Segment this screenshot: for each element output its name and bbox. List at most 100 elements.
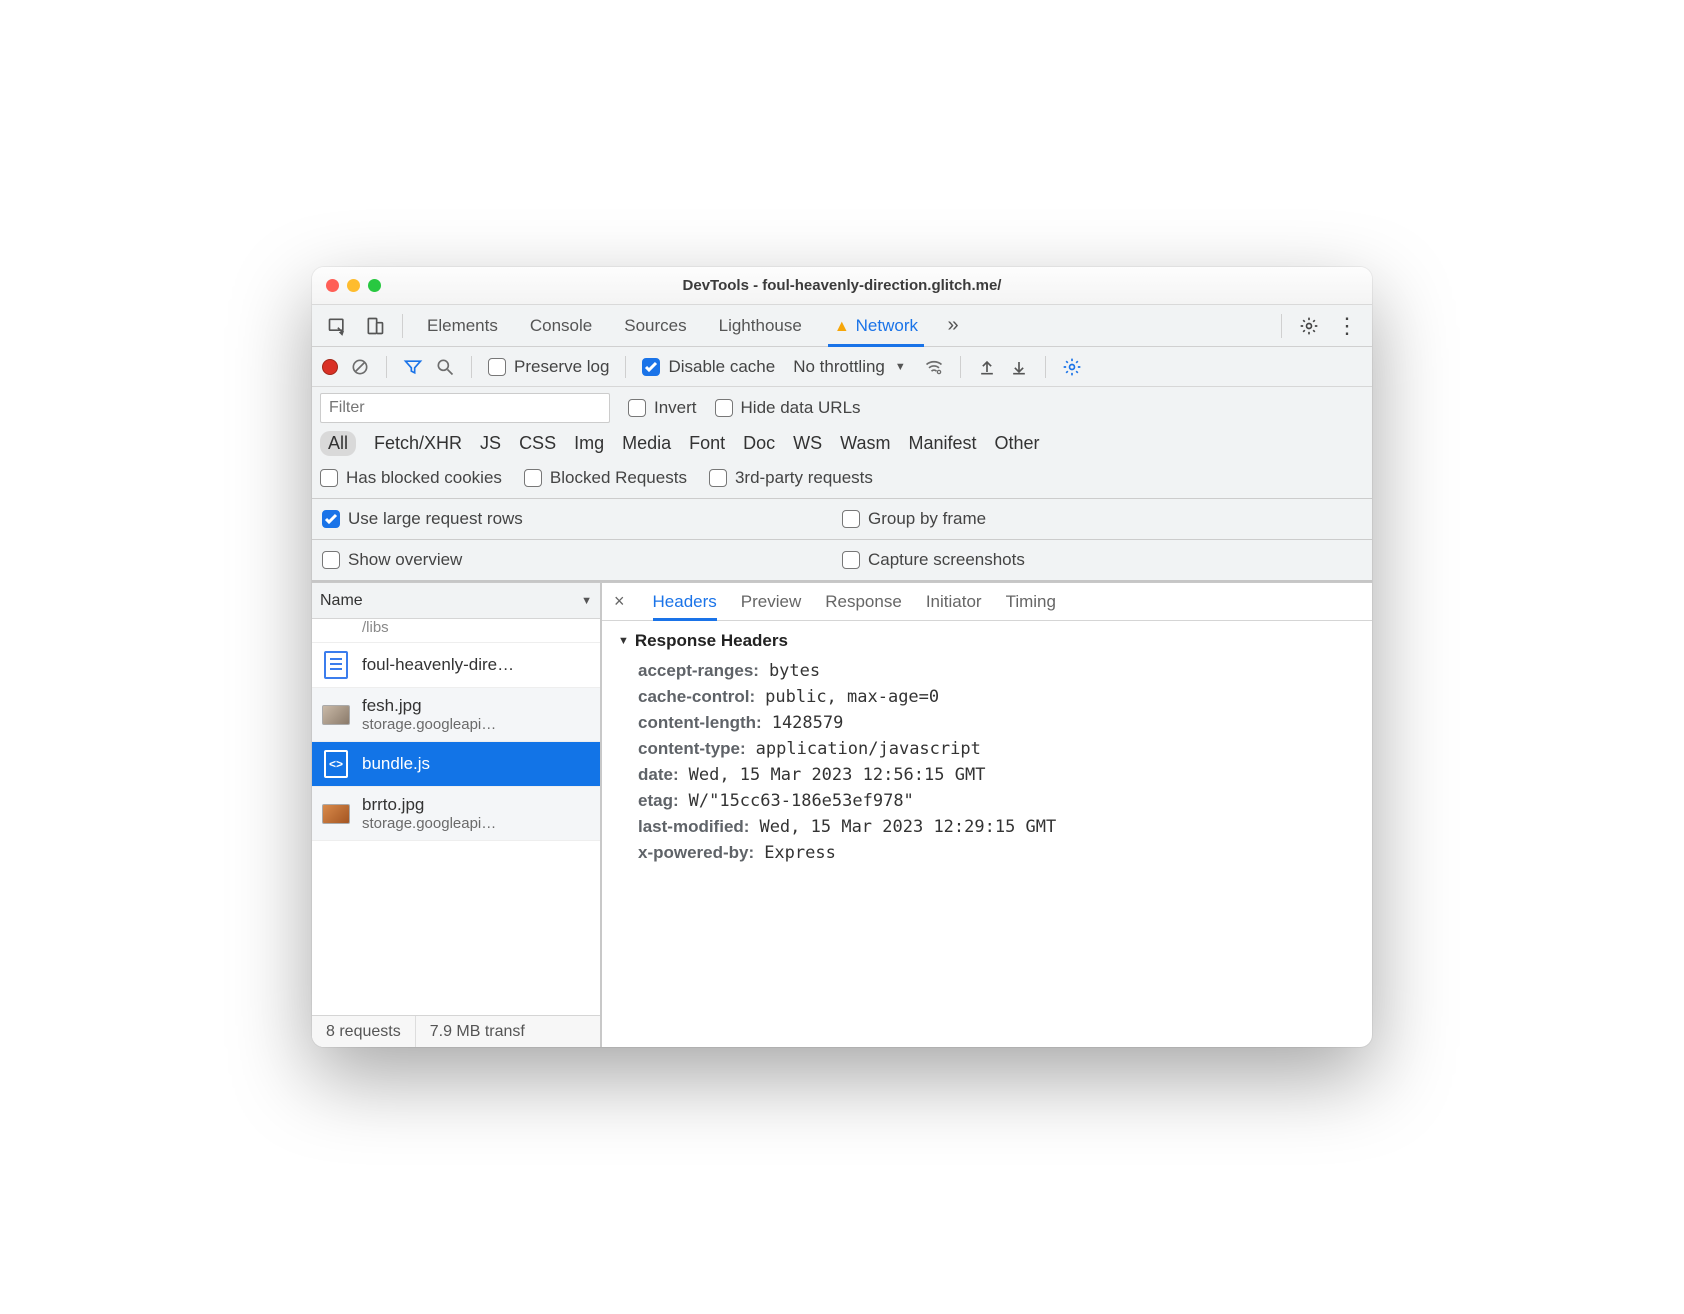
header-value: 1428579	[772, 713, 844, 733]
pill-js[interactable]: JS	[480, 433, 501, 454]
pill-all[interactable]: All	[320, 431, 356, 456]
request-row-selected[interactable]: <> bundle.js	[312, 742, 600, 787]
header-row: accept-ranges:bytes	[638, 661, 1356, 681]
pill-doc[interactable]: Doc	[743, 433, 775, 454]
network-toolbar: Preserve log Disable cache No throttling…	[312, 347, 1372, 387]
group-frame-label: Group by frame	[868, 509, 986, 529]
status-transfer: 7.9 MB transf	[416, 1016, 539, 1047]
pill-font[interactable]: Font	[689, 433, 725, 454]
header-key: date:	[638, 765, 679, 785]
partial-row[interactable]: /libs	[312, 619, 600, 643]
export-har-icon[interactable]	[1009, 357, 1029, 377]
image-thumbnail-icon	[322, 705, 350, 725]
filter-toggle-icon[interactable]	[403, 357, 423, 377]
throttling-dropdown[interactable]: No throttling ▼	[787, 357, 912, 377]
split-pane: Name ▼ /libs foul-heavenly-dire… fesh.jp…	[312, 582, 1372, 1047]
blocked-requests-checkbox[interactable]: Blocked Requests	[524, 468, 687, 488]
header-key: content-length:	[638, 713, 762, 733]
pill-media[interactable]: Media	[622, 433, 671, 454]
header-value: Wed, 15 Mar 2023 12:29:15 GMT	[759, 817, 1056, 837]
zoom-window-button[interactable]	[368, 279, 381, 292]
more-tabs-button[interactable]: »	[936, 311, 970, 341]
devtools-window: DevTools - foul-heavenly-direction.glitc…	[312, 267, 1372, 1047]
resource-type-pills: All Fetch/XHR JS CSS Img Media Font Doc …	[312, 423, 1372, 464]
preserve-log-checkbox[interactable]: Preserve log	[488, 357, 609, 377]
titlebar: DevTools - foul-heavenly-direction.glitc…	[312, 267, 1372, 305]
dtab-headers[interactable]: Headers	[653, 583, 717, 621]
separator	[960, 356, 961, 378]
minimize-window-button[interactable]	[347, 279, 360, 292]
kebab-menu-icon[interactable]: ⋮	[1330, 311, 1364, 341]
pill-ws[interactable]: WS	[793, 433, 822, 454]
request-name: fesh.jpg	[362, 696, 496, 716]
request-row[interactable]: brrto.jpg storage.googleapi…	[312, 787, 600, 841]
header-row: etag:W/"15cc63-186e53ef978"	[638, 791, 1356, 811]
request-row[interactable]: fesh.jpg storage.googleapi…	[312, 688, 600, 742]
request-row[interactable]: foul-heavenly-dire…	[312, 643, 600, 688]
filter-row: Invert Hide data URLs	[312, 387, 1372, 423]
group-frame-checkbox[interactable]: Group by frame	[842, 509, 986, 529]
capture-screenshots-checkbox[interactable]: Capture screenshots	[842, 550, 1025, 570]
dtab-preview[interactable]: Preview	[741, 583, 801, 621]
request-name: bundle.js	[362, 754, 430, 774]
hide-data-urls-label: Hide data URLs	[741, 398, 861, 418]
show-overview-label: Show overview	[348, 550, 462, 570]
image-thumbnail-icon	[322, 804, 350, 824]
extra-filters-row: Has blocked cookies Blocked Requests 3rd…	[312, 464, 1372, 499]
tab-network[interactable]: ▲Network	[820, 305, 932, 347]
dtab-timing[interactable]: Timing	[1006, 583, 1056, 621]
invert-checkbox[interactable]: Invert	[628, 398, 697, 418]
tab-elements[interactable]: Elements	[413, 305, 512, 347]
blocked-cookies-label: Has blocked cookies	[346, 468, 502, 488]
pill-wasm[interactable]: Wasm	[840, 433, 890, 454]
detail-tabs: × Headers Preview Response Initiator Tim…	[602, 583, 1372, 621]
dtab-initiator[interactable]: Initiator	[926, 583, 982, 621]
name-column-header[interactable]: Name ▼	[312, 583, 600, 619]
window-title: DevTools - foul-heavenly-direction.glitc…	[312, 277, 1372, 294]
tab-lighthouse[interactable]: Lighthouse	[705, 305, 816, 347]
disable-cache-checkbox[interactable]: Disable cache	[642, 357, 775, 377]
record-button[interactable]	[322, 359, 338, 375]
blocked-requests-label: Blocked Requests	[550, 468, 687, 488]
third-party-checkbox[interactable]: 3rd-party requests	[709, 468, 873, 488]
clear-button[interactable]	[350, 357, 370, 377]
status-bar: 8 requests 7.9 MB transf	[312, 1015, 600, 1047]
header-key: x-powered-by:	[638, 843, 754, 863]
header-key: etag:	[638, 791, 679, 811]
tab-network-label: Network	[856, 316, 918, 335]
capture-screenshots-label: Capture screenshots	[868, 550, 1025, 570]
search-icon[interactable]	[435, 357, 455, 377]
large-rows-checkbox[interactable]: Use large request rows	[322, 509, 523, 529]
device-toolbar-icon[interactable]	[358, 311, 392, 341]
import-har-icon[interactable]	[977, 357, 997, 377]
tab-sources[interactable]: Sources	[610, 305, 700, 347]
settings-gear-icon[interactable]	[1292, 311, 1326, 341]
pill-css[interactable]: CSS	[519, 433, 556, 454]
separator	[1281, 314, 1282, 338]
chevron-down-icon: ▼	[581, 595, 592, 607]
pill-manifest[interactable]: Manifest	[909, 433, 977, 454]
pill-img[interactable]: Img	[574, 433, 604, 454]
separator	[386, 356, 387, 378]
close-detail-icon[interactable]: ×	[614, 591, 629, 612]
close-window-button[interactable]	[326, 279, 339, 292]
pill-fetchxhr[interactable]: Fetch/XHR	[374, 433, 462, 454]
name-header-label: Name	[320, 592, 363, 610]
network-settings-gear-icon[interactable]	[1062, 357, 1082, 377]
response-headers-section[interactable]: ▼ Response Headers	[618, 631, 1356, 651]
third-party-label: 3rd-party requests	[735, 468, 873, 488]
tab-console[interactable]: Console	[516, 305, 606, 347]
chevron-down-icon: ▼	[895, 361, 906, 373]
header-value: application/javascript	[756, 739, 981, 759]
inspect-element-icon[interactable]	[320, 311, 354, 341]
large-rows-label: Use large request rows	[348, 509, 523, 529]
hide-data-urls-checkbox[interactable]: Hide data URLs	[715, 398, 861, 418]
filter-input[interactable]	[320, 393, 610, 423]
pill-other[interactable]: Other	[995, 433, 1040, 454]
disable-cache-label: Disable cache	[668, 357, 775, 377]
blocked-cookies-checkbox[interactable]: Has blocked cookies	[320, 468, 502, 488]
traffic-lights	[326, 279, 381, 292]
dtab-response[interactable]: Response	[825, 583, 902, 621]
network-conditions-icon[interactable]	[924, 357, 944, 377]
show-overview-checkbox[interactable]: Show overview	[322, 550, 462, 570]
